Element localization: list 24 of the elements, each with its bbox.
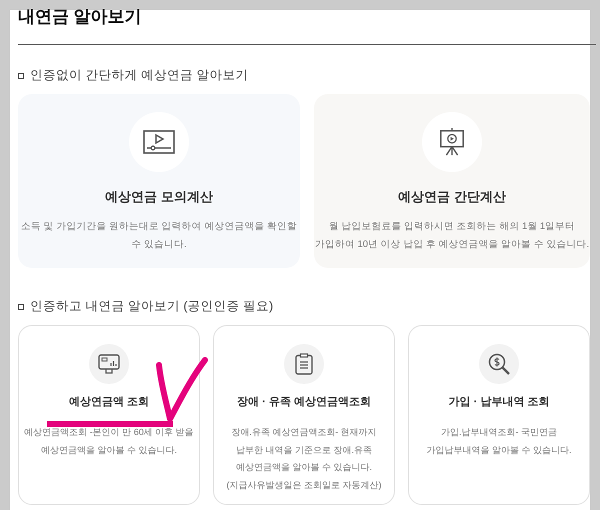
service-card[interactable]: 장애 · 유족 예상연금액조회 장애.유족 예상연금액조회- 현재까지 납부한 내역을 기준으로 장애.유족 예상연금액을 알아볼 수 있습니다. (지급사유발생일은 조회일로 자동계산) — [213, 325, 395, 505]
bullet-icon — [18, 72, 24, 78]
card-description: 소득 및 가입기간을 원하는대로 입력하여 예상연금액을 확인할 수 있습니다. — [21, 220, 297, 252]
card-description: 월 납입보험료를 입력하시면 조회하는 해의 1월 1일부터 가입하여 10년 이상 납입 후 예상연금액을 알아볼 수 있습니다. — [314, 220, 590, 252]
service-card[interactable]: 가입 · 납부내역 조회 가입.납부내역조회- 국민연금 가입납부내역을 알아볼 수 있습니다. — [408, 325, 590, 505]
bullet-icon — [18, 304, 24, 310]
card-description: 장애.유족 예상연금액조회- 현재까지 납부한 내역을 기준으로 장애.유족 예상연금액을 알아볼 수 있습니다. (지급사유발생일은 조회일로 자동계산) — [226, 426, 382, 492]
section-heading: 인증하고 내연금 알아보기 (공인인증 필요) — [30, 298, 274, 315]
card-title: 장애 · 유족 예상연금액조회 — [237, 395, 371, 409]
service-card[interactable]: 예상연금액 조회 예상연금액조회 -본인이 만 60세 이후 받을 예상연금액을 알아볼 수 있습니다. — [18, 325, 200, 505]
card-title: 가입 · 납부내역 조회 — [448, 395, 550, 409]
clipboard-icon — [293, 353, 315, 375]
service-card[interactable]: 예상연금 간단계산 월 납입보험료를 입력하시면 조회하는 해의 1월 1일부터 가입하여 10년 이상 납입 후 예상연금액을 알아볼 수 있습니다. — [314, 94, 590, 268]
card-title: 예상연금액 조회 — [68, 395, 150, 409]
card-title: 예상연금 간단계산 — [398, 188, 506, 206]
section-heading: 인증없이 간단하게 예상연금 알아보기 — [30, 67, 248, 84]
video-player-icon — [143, 128, 175, 156]
monitor-chart-icon — [98, 353, 120, 375]
magnifier-dollar-icon — [488, 353, 510, 375]
card-description: 가입.납부내역조회- 국민연금 가입납부내역을 알아볼 수 있습니다. — [426, 426, 572, 456]
page-title: 내연금 알아보기 — [18, 7, 143, 27]
service-card[interactable]: 예상연금 모의계산 소득 및 가입기간을 원하는대로 입력하여 예상연금액을 확인할 수 있습니다. — [18, 94, 300, 268]
card-title: 예상연금 모의계산 — [105, 188, 213, 206]
card-description: 예상연금액조회 -본인이 만 60세 이후 받을 예상연금액을 알아볼 수 있습니다. — [24, 426, 194, 456]
